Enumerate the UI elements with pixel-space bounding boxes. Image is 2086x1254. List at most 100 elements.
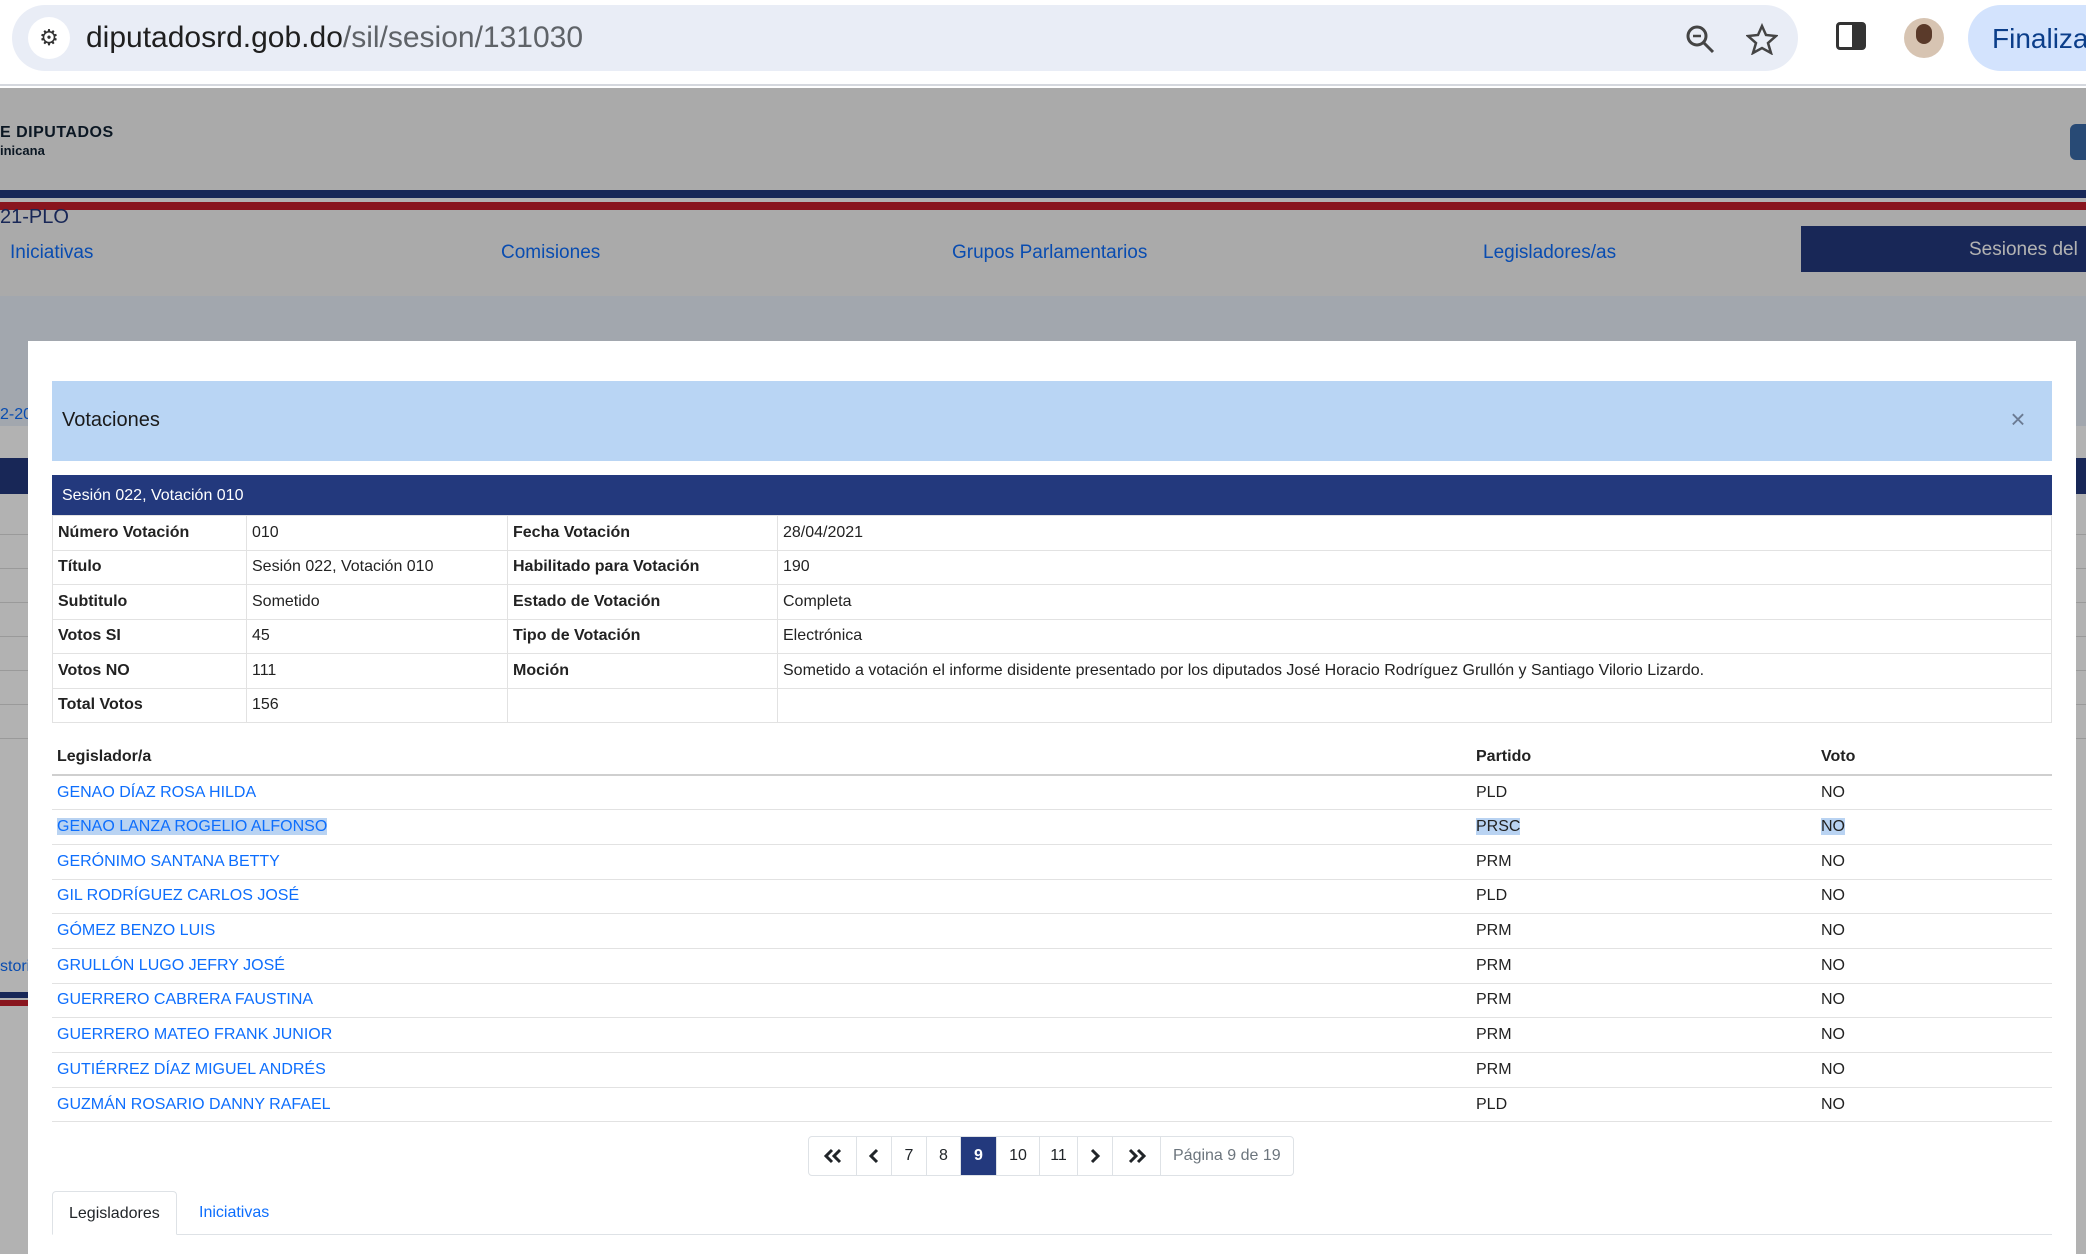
page-11-button[interactable]: 11	[1040, 1137, 1078, 1175]
vote-text: NO	[1821, 956, 1845, 974]
details-row: Título Sesión 022, Votación 010 Habilitado…	[52, 549, 2052, 585]
bookmark-star-icon[interactable]	[1745, 22, 1779, 63]
zoom-icon[interactable]	[1684, 23, 1716, 63]
legislator-link[interactable]: GUZMÁN ROSARIO DANNY RAFAEL	[57, 1096, 331, 1113]
party-text: PLD	[1476, 1095, 1508, 1113]
party-cell: PRM	[1471, 844, 1816, 880]
url-text[interactable]: diputadosrd.gob.do/sil/sesion/131030	[86, 21, 583, 55]
site-info-icon[interactable]: ⚙	[28, 17, 70, 59]
session-header: Sesión 022, Votación 010	[52, 475, 2052, 515]
detail-label: Votos NO	[52, 653, 247, 689]
table-row: GUERRERO CABRERA FAUSTINA PRM NO	[52, 983, 2052, 1019]
vote-cell: NO	[1816, 809, 2052, 845]
detail-value: 45	[246, 618, 508, 654]
party-cell: PRM	[1471, 913, 1816, 949]
legislator-cell: GENAO LANZA ROGELIO ALFONSO	[52, 809, 1471, 845]
detail-label: Subtitulo	[52, 584, 247, 620]
page-10-button[interactable]: 10	[997, 1137, 1040, 1175]
legislator-cell: GRULLÓN LUGO JEFRY JOSÉ	[52, 948, 1471, 984]
table-row: GUZMÁN ROSARIO DANNY RAFAEL PLD NO	[52, 1087, 2052, 1123]
legislator-link[interactable]: GENAO LANZA ROGELIO ALFONSO	[57, 818, 328, 836]
browser-toolbar: ⚙ diputadosrd.gob.do/sil/sesion/131030 F…	[0, 0, 2086, 86]
legislator-link[interactable]: GERÓNIMO SANTANA BETTY	[57, 853, 280, 870]
page-9-button-current[interactable]: 9	[961, 1137, 997, 1175]
party-text: PLD	[1476, 887, 1508, 905]
party-cell: PLD	[1471, 1087, 1816, 1123]
table-row: GENAO DÍAZ ROSA HILDA PLD NO	[52, 775, 2052, 811]
vote-cell: NO	[1816, 844, 2052, 880]
profile-avatar[interactable]	[1904, 18, 1944, 58]
legislator-link[interactable]: GENAO DÍAZ ROSA HILDA	[57, 784, 256, 801]
detail-label: Habilitado para Votación	[507, 549, 778, 585]
details-row: Votos SI 45 Tipo de Votación Electrónica	[52, 618, 2052, 654]
table-row: GUTIÉRREZ DÍAZ MIGUEL ANDRÉS PRM NO	[52, 1052, 2052, 1088]
modal-header: Votaciones ×	[52, 381, 2052, 461]
page-info: Página 9 de 19	[1173, 1147, 1281, 1164]
detail-value: 190	[777, 549, 2052, 585]
party-text: PRM	[1476, 1060, 1512, 1078]
table-row: GERÓNIMO SANTANA BETTY PRM NO	[52, 844, 2052, 880]
first-page-icon[interactable]	[809, 1137, 857, 1175]
legislator-link[interactable]: GÓMEZ BENZO LUIS	[57, 922, 215, 939]
table-row: GENAO LANZA ROGELIO ALFONSO PRSC NO	[52, 809, 2052, 845]
party-text: PLD	[1476, 783, 1508, 801]
detail-label: Título	[52, 549, 247, 585]
next-page-icon[interactable]	[1078, 1137, 1113, 1175]
detail-value: Sometido	[246, 584, 508, 620]
details-row: Número Votación 010 Fecha Votación 28/04/20…	[52, 515, 2052, 551]
legislator-link[interactable]: GRULLÓN LUGO JEFRY JOSÉ	[57, 957, 285, 974]
pagination: 7 8 9 10 11 Página 9 de 19	[808, 1136, 1294, 1176]
url-path: /sil/sesion/131030	[342, 21, 584, 54]
legislators-table: Legislador/a Partido Voto GENAO DÍAZ ROS…	[52, 739, 2052, 1123]
vote-text: NO	[1821, 818, 1845, 836]
legislator-link[interactable]: GIL RODRÍGUEZ CARLOS JOSÉ	[57, 887, 299, 904]
url-domain: diputadosrd.gob.do	[86, 21, 343, 54]
details-row: Subtitulo Sometido Estado de Votación Compl…	[52, 584, 2052, 620]
vote-cell: NO	[1816, 983, 2052, 1019]
tab-legisladores[interactable]: Legisladores	[52, 1191, 177, 1235]
legislator-cell: GUZMÁN ROSARIO DANNY RAFAEL	[52, 1087, 1471, 1123]
legislator-cell: GERÓNIMO SANTANA BETTY	[52, 844, 1471, 880]
detail-label	[507, 687, 778, 723]
column-header-legislator: Legislador/a	[52, 739, 1471, 776]
finish-button[interactable]: Finaliza	[1968, 5, 2086, 71]
legislator-link[interactable]: GUTIÉRREZ DÍAZ MIGUEL ANDRÉS	[57, 1061, 326, 1078]
detail-label: Fecha Votación	[507, 515, 778, 551]
party-text: PRSC	[1476, 818, 1521, 836]
table-row: GIL RODRÍGUEZ CARLOS JOSÉ PLD NO	[52, 879, 2052, 915]
legislator-link[interactable]: GUERRERO CABRERA FAUSTINA	[57, 991, 313, 1008]
vote-text: NO	[1821, 1026, 1845, 1044]
close-button[interactable]: ×	[2004, 405, 2032, 433]
detail-label: Estado de Votación	[507, 584, 778, 620]
detail-value: 156	[246, 687, 508, 723]
party-cell: PRSC	[1471, 809, 1816, 845]
page-7-button[interactable]: 7	[892, 1137, 927, 1175]
legislator-cell: GUTIÉRREZ DÍAZ MIGUEL ANDRÉS	[52, 1052, 1471, 1088]
vote-cell: NO	[1816, 775, 2052, 811]
party-text: PRM	[1476, 991, 1512, 1009]
previous-page-icon[interactable]	[857, 1137, 892, 1175]
detail-value	[777, 687, 2052, 723]
party-text: PRM	[1476, 852, 1512, 870]
legislator-cell: GENAO DÍAZ ROSA HILDA	[52, 775, 1471, 811]
legislator-link[interactable]: GUERRERO MATEO FRANK JUNIOR	[57, 1026, 332, 1043]
detail-label: Total Votos	[52, 687, 247, 723]
vote-cell: NO	[1816, 1017, 2052, 1053]
party-cell: PLD	[1471, 775, 1816, 811]
detail-value: Sesión 022, Votación 010	[246, 549, 508, 585]
vote-text: NO	[1821, 1095, 1845, 1113]
votaciones-modal: Votaciones × Sesión 022, Votación 010 Nú…	[28, 341, 2076, 1254]
tab-iniciativas[interactable]: Iniciativas	[183, 1191, 285, 1235]
vote-text: NO	[1821, 887, 1845, 905]
vote-details-table: Número Votación 010 Fecha Votación 28/04/20…	[52, 515, 2052, 723]
detail-value: 010	[246, 515, 508, 551]
vote-text: NO	[1821, 991, 1845, 1009]
side-panel-icon[interactable]	[1836, 22, 1866, 50]
party-text: PRM	[1476, 1026, 1512, 1044]
address-bar[interactable]: ⚙ diputadosrd.gob.do/sil/sesion/131030	[12, 5, 1798, 71]
page-8-button[interactable]: 8	[927, 1137, 961, 1175]
last-page-icon[interactable]	[1113, 1137, 1161, 1175]
detail-value: 111	[246, 653, 508, 689]
party-cell: PLD	[1471, 879, 1816, 915]
detail-label: Número Votación	[52, 515, 247, 551]
